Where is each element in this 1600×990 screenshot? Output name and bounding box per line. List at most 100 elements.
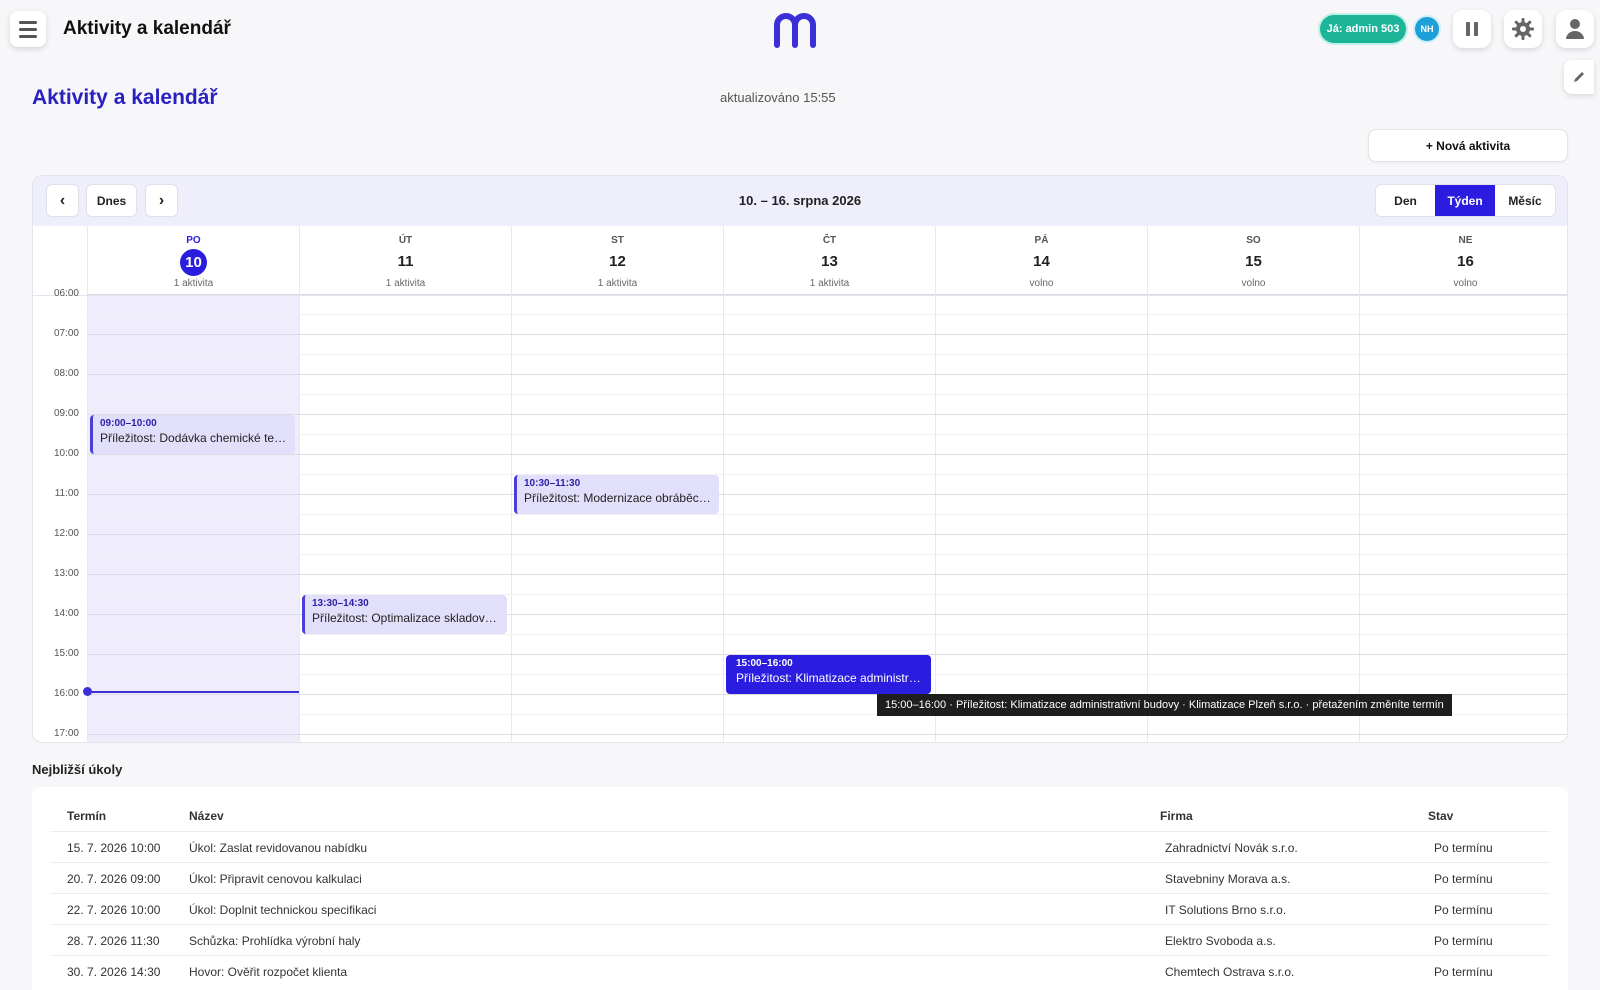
column-header-date[interactable]: Termín (67, 809, 106, 823)
day-header-1[interactable]: ÚT 11 1 aktivita (299, 226, 511, 296)
hour-label: 06:00 (53, 288, 79, 299)
hour-label: 10:00 (53, 448, 79, 459)
day-column-4[interactable] (935, 296, 1147, 742)
view-day-button[interactable]: Den (1376, 185, 1435, 216)
task-status: Po termínu (1434, 841, 1493, 855)
task-row[interactable]: 30. 7. 2026 14:30 Hovor: Ověřit rozpočet … (50, 955, 1550, 987)
day-activity-count: volno (1241, 278, 1266, 289)
day-name: ÚT (398, 235, 413, 246)
view-month-button[interactable]: Měsíc (1495, 185, 1555, 216)
event-tooltip: 15:00–16:00 · Příležitost: Klimatizace a… (877, 694, 1452, 716)
column-header-name[interactable]: Název (189, 809, 224, 823)
day-header-6[interactable]: NE 16 volno (1359, 226, 1567, 296)
day-column-1[interactable] (299, 296, 511, 742)
day-name: PÁ (1034, 235, 1049, 246)
event-time: 10:30–11:30 (524, 478, 581, 489)
hamburger-menu-button[interactable] (10, 11, 46, 47)
half-hour-line (87, 554, 1567, 555)
day-name: ČT (822, 235, 837, 246)
last-updated-text: aktualizováno 15:55 (720, 90, 836, 105)
day-number-value: 14 (1033, 253, 1050, 270)
task-company: Stavebniny Morava a.s. (1165, 872, 1291, 886)
settings-button[interactable] (1504, 10, 1542, 48)
new-activity-button[interactable]: + Nová aktivita (1368, 129, 1568, 162)
hour-line (87, 734, 1567, 735)
calendar-event[interactable]: 09:00–10:00 Příležitost: Dodávka chemické… (90, 415, 295, 454)
day-column-2[interactable] (511, 296, 723, 742)
column-header-status[interactable]: Stav (1428, 809, 1453, 823)
day-name: ST (611, 235, 624, 246)
day-number: 12 (512, 249, 723, 274)
day-number: 16 (1360, 249, 1567, 274)
current-user-badge[interactable]: Já: admin 503 (1320, 15, 1406, 43)
upcoming-tasks-table: Termín Název Firma Stav 15. 7. 2026 10:0… (32, 787, 1568, 990)
day-header-0[interactable]: PO 10 1 aktivita (87, 226, 299, 296)
task-name: Schůzka: Prohlídka výrobní haly (189, 934, 361, 948)
task-name: Úkol: Zaslat revidovanou nabídku (189, 841, 368, 855)
column-header-company[interactable]: Firma (1160, 809, 1193, 823)
task-company: IT Solutions Brno s.r.o. (1165, 903, 1287, 917)
day-number: 14 (936, 249, 1147, 274)
user-profile-button[interactable] (1556, 10, 1594, 48)
view-switcher: Den Týden Měsíc (1375, 184, 1556, 217)
task-date: 28. 7. 2026 11:30 (67, 934, 160, 948)
task-status: Po termínu (1434, 934, 1493, 948)
day-number-value: 10 (180, 249, 207, 276)
day-column-0[interactable] (87, 296, 299, 742)
hour-line (87, 494, 1567, 495)
task-date: 15. 7. 2026 10:00 (67, 841, 161, 855)
calendar-event[interactable]: 10:30–11:30 Příležitost: Modernizace obrá… (514, 475, 719, 514)
day-activity-count: 1 aktivita (385, 278, 426, 289)
task-name: Hovor: Ověřit rozpočet klienta (189, 965, 348, 979)
task-date: 30. 7. 2026 14:30 (67, 965, 161, 979)
hour-line (87, 334, 1567, 335)
half-hour-line (87, 634, 1567, 635)
hour-label: 07:00 (53, 328, 79, 339)
day-column-5[interactable] (1147, 296, 1359, 742)
pencil-icon (1574, 72, 1584, 82)
event-time: 13:30–14:30 (312, 598, 369, 609)
day-header-3[interactable]: ČT 13 1 aktivita (723, 226, 935, 296)
task-company: Elektro Svoboda a.s. (1165, 934, 1276, 948)
time-grid[interactable]: 06:00 07:00 08:00 09:00 10:00 11:00 12:00 13:00… (33, 288, 1567, 742)
day-column-6[interactable] (1359, 296, 1567, 742)
pause-icon (1466, 22, 1478, 36)
hour-line (87, 574, 1567, 575)
task-company: Zahradnictví Novák s.r.o. (1165, 841, 1298, 855)
hamburger-icon (19, 20, 37, 24)
hour-line (87, 414, 1567, 415)
task-row[interactable]: 28. 7. 2026 11:30 Schůzka: Prohlídka výro… (50, 924, 1550, 956)
day-header-2[interactable]: ST 12 1 aktivita (511, 226, 723, 296)
event-title: Příležitost: Klimatizace administrati... (736, 671, 924, 685)
half-hour-line (87, 514, 1567, 515)
day-activity-count: 1 aktivita (173, 278, 214, 289)
calendar-event[interactable]: 13:30–14:30 Příležitost: Optimalizace skl… (302, 595, 507, 634)
day-number-value: 16 (1457, 253, 1474, 270)
calendar-event[interactable]: 15:00–16:00 Příležitost: Klimatizace admi… (726, 655, 931, 694)
view-week-button[interactable]: Týden (1435, 185, 1495, 216)
pause-button[interactable] (1453, 10, 1491, 48)
day-number-value: 12 (609, 253, 626, 270)
calendar-toolbar: ‹ Dnes › 10. – 16. srpna 2026 Den Týden … (33, 176, 1567, 226)
task-row[interactable]: 20. 7. 2026 09:00 Úkol: Připravit cenovou… (50, 862, 1550, 894)
day-number: 10 (88, 249, 299, 276)
task-date: 22. 7. 2026 10:00 (67, 903, 161, 917)
edit-button[interactable] (1564, 60, 1594, 94)
upcoming-tasks-title: Nejbližší úkoly (32, 762, 123, 777)
user-initials-avatar[interactable]: NH (1415, 17, 1439, 41)
event-time: 15:00–16:00 (736, 658, 793, 669)
day-header-4[interactable]: PÁ 14 volno (935, 226, 1147, 296)
task-status: Po termínu (1434, 872, 1493, 886)
m-logo-icon[interactable] (771, 9, 827, 54)
day-name: SO (1246, 235, 1261, 246)
half-hour-line (87, 354, 1567, 355)
day-header-5[interactable]: SO 15 volno (1147, 226, 1359, 296)
event-title: Příležitost: Optimalizace skladové l... (312, 611, 500, 625)
hamburger-icon-line (19, 27, 37, 31)
task-row[interactable]: 15. 7. 2026 10:00 Úkol: Zaslat revidovano… (50, 831, 1550, 863)
task-row[interactable]: 22. 7. 2026 10:00 Úkol: Doplnit technicko… (50, 893, 1550, 925)
half-hour-line (87, 474, 1567, 475)
task-status: Po termínu (1434, 965, 1493, 979)
calendar: ‹ Dnes › 10. – 16. srpna 2026 Den Týden … (32, 175, 1568, 743)
day-activity-count: volno (1453, 278, 1478, 289)
